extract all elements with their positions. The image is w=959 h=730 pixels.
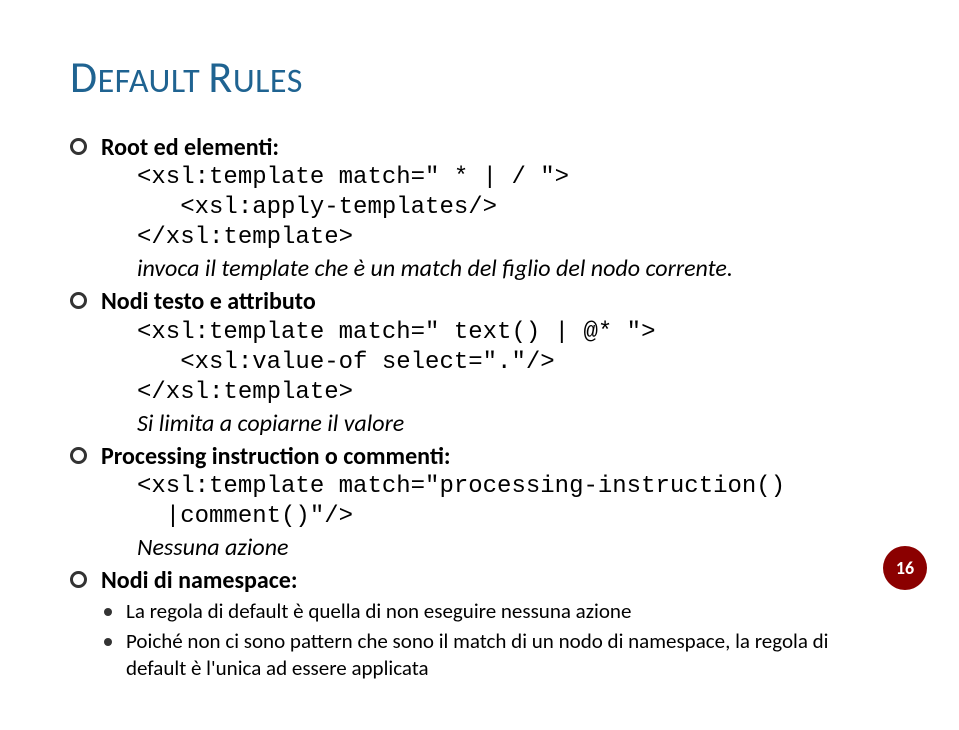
slide-title: DEFAULT RULES bbox=[70, 50, 889, 104]
title-text: EFAULT bbox=[98, 61, 209, 102]
bullet-item: Root ed elementi: <xsl:template match=" … bbox=[70, 132, 889, 284]
code-line: </xsl:template> bbox=[101, 223, 889, 253]
page-number: 16 bbox=[896, 557, 914, 579]
ring-icon bbox=[70, 571, 87, 588]
sub-bullet-item: Poiché non ci sono pattern che sono il m… bbox=[104, 628, 889, 683]
item-content: Nodi testo e attributo <xsl:template mat… bbox=[101, 286, 889, 438]
sub-bullet-item: La regola di default è quella di non ese… bbox=[104, 598, 889, 625]
item-label: Nodi di namespace: bbox=[101, 566, 298, 595]
sub-item-text: Poiché non ci sono pattern che sono il m… bbox=[126, 628, 889, 683]
ring-icon bbox=[70, 138, 87, 155]
code-line: <xsl:template match=" text() | @* "> bbox=[101, 318, 889, 348]
sub-item-text: La regola di default è quella di non ese… bbox=[126, 598, 889, 625]
bullet-item: Nodi testo e attributo <xsl:template mat… bbox=[70, 286, 889, 438]
item-label: Root ed elementi: bbox=[101, 133, 279, 162]
item-note: Nessuna azione bbox=[101, 532, 889, 563]
ring-icon bbox=[70, 292, 87, 309]
title-cap: D bbox=[70, 50, 98, 104]
item-content: Processing instruction o commenti: <xsl:… bbox=[101, 441, 889, 563]
dot-icon bbox=[104, 638, 112, 646]
title-text: ULES bbox=[233, 61, 303, 102]
dot-icon bbox=[104, 608, 112, 616]
code-line: <xsl:apply-templates/> bbox=[101, 193, 889, 223]
code-line: <xsl:template match=" * | / "> bbox=[101, 163, 889, 193]
item-note: Si limita a copiarne il valore bbox=[101, 408, 889, 439]
item-label: Nodi testo e attributo bbox=[101, 287, 316, 316]
page-number-badge: 16 bbox=[883, 546, 927, 590]
title-cap: R bbox=[208, 50, 232, 104]
code-line: </xsl:template> bbox=[101, 378, 889, 408]
bullet-item: Processing instruction o commenti: <xsl:… bbox=[70, 441, 889, 563]
code-line: |comment()"/> bbox=[101, 502, 889, 532]
bullet-item: Nodi di namespace: bbox=[70, 565, 889, 596]
item-note: invoca il template che è un match del fi… bbox=[101, 253, 889, 284]
item-content: Root ed elementi: <xsl:template match=" … bbox=[101, 132, 889, 284]
code-line: <xsl:value-of select="."/> bbox=[101, 348, 889, 378]
item-content: Nodi di namespace: bbox=[101, 565, 889, 596]
slide: DEFAULT RULES Root ed elementi: <xsl:tem… bbox=[0, 0, 959, 730]
code-line: <xsl:template match="processing-instruct… bbox=[101, 472, 889, 502]
ring-icon bbox=[70, 447, 87, 464]
item-label: Processing instruction o commenti: bbox=[101, 442, 451, 471]
